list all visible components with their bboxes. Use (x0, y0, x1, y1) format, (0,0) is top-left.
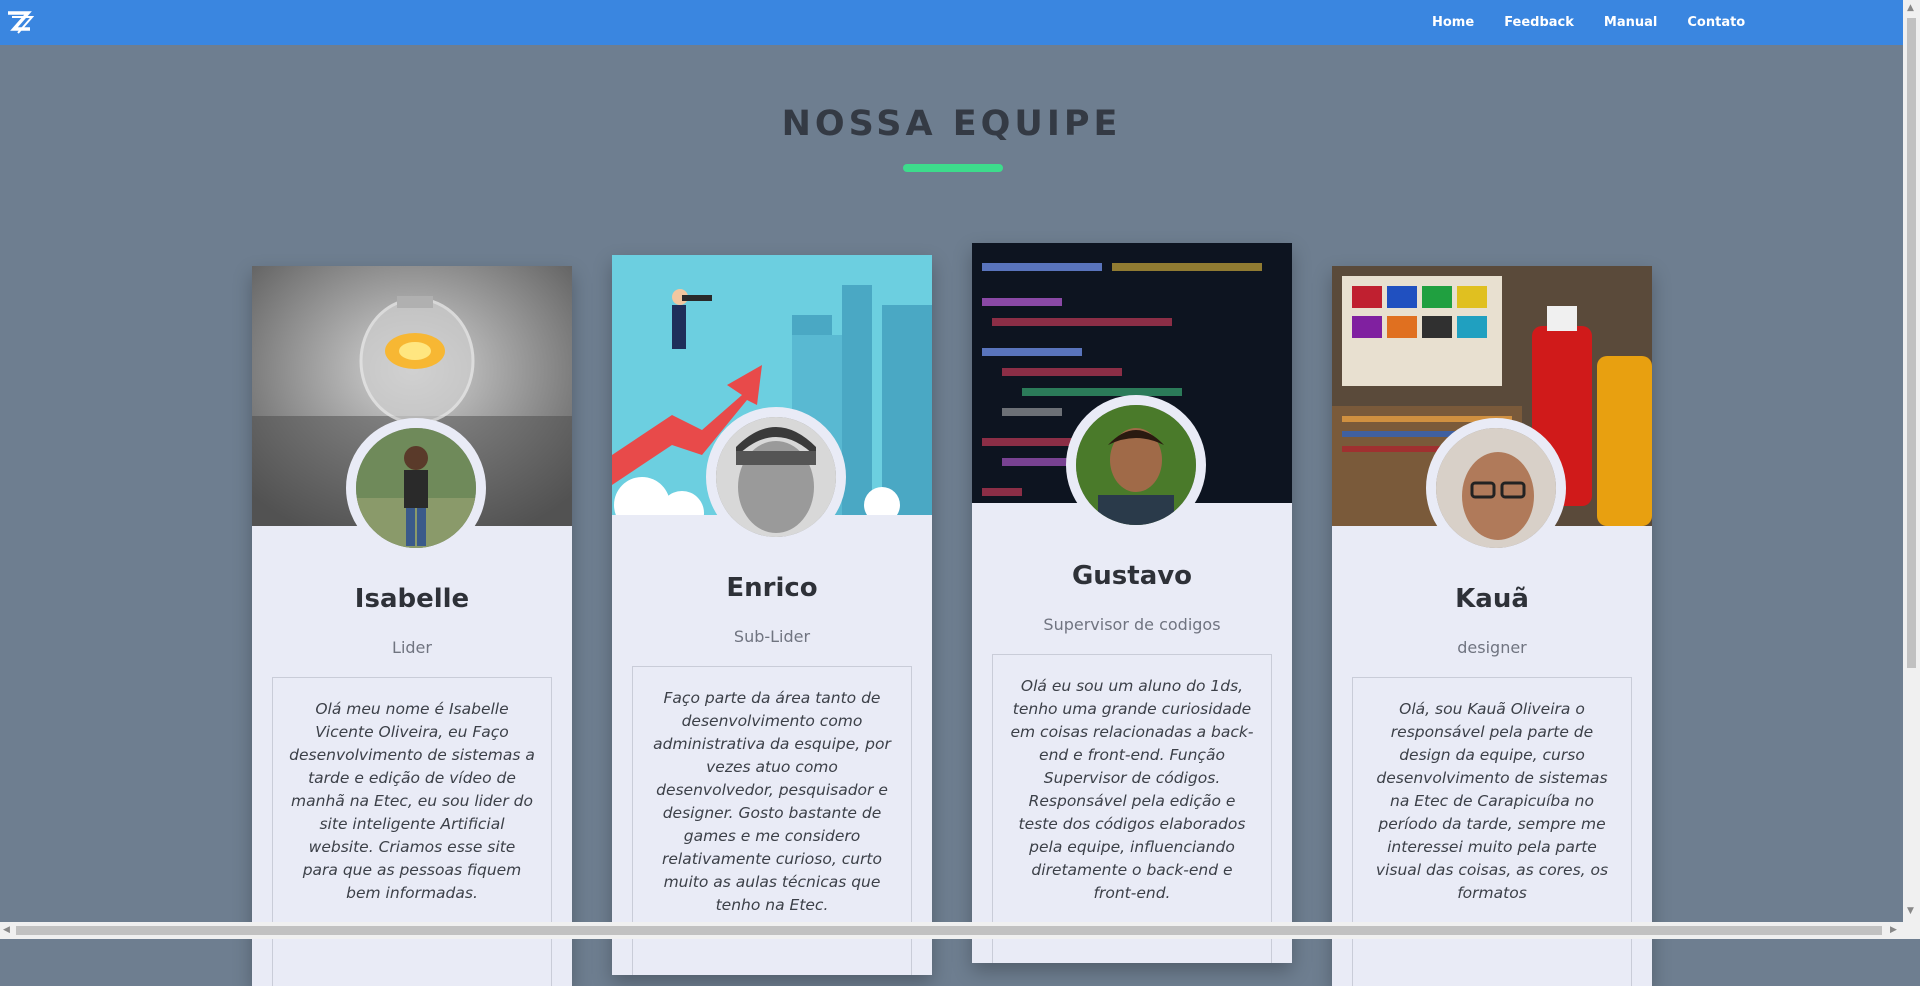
member-bio: Olá eu sou um aluno do 1ds, tenho uma gr… (992, 654, 1272, 963)
scroll-up-arrow-icon[interactable]: ▲ (1907, 3, 1914, 13)
scroll-left-arrow-icon[interactable]: ◀ (3, 925, 10, 935)
section-title: NOSSA EQUIPE (781, 104, 1122, 144)
member-name: Kauã (1455, 584, 1529, 614)
horizontal-scrollbar[interactable]: ◀ ▶ (0, 922, 1920, 939)
member-name: Enrico (726, 573, 818, 603)
member-name: Gustavo (1071, 561, 1193, 591)
vertical-scrollbar[interactable]: ▲ ▼ (1903, 0, 1920, 922)
member-name: Isabelle (354, 584, 470, 614)
nav-link-contato[interactable]: Contato (1687, 15, 1745, 30)
nav-link-manual[interactable]: Manual (1604, 15, 1657, 30)
avatar (706, 407, 846, 547)
team-card-gustavo: Gustavo Supervisor de codigos Olá eu sou… (972, 243, 1292, 963)
avatar (346, 418, 486, 558)
team-card-kaua: Kauã designer Olá, sou Kauã Oliveira o r… (1332, 266, 1652, 986)
team-card-isabelle: Isabelle Lider Olá meu nome é Isabelle V… (252, 266, 572, 986)
scroll-down-arrow-icon[interactable]: ▼ (1907, 906, 1914, 916)
member-role: Lider (392, 638, 432, 657)
member-bio: Olá, sou Kauã Oliveira o responsável pel… (1352, 677, 1632, 986)
title-underline (903, 164, 1003, 172)
member-role: Sub-Lider (733, 627, 811, 646)
logo-icon[interactable] (6, 9, 34, 35)
nav-link-home[interactable]: Home (1432, 15, 1474, 30)
member-role: Supervisor de codigos (1043, 615, 1221, 634)
avatar (1066, 395, 1206, 535)
avatar (1426, 418, 1566, 558)
vertical-scrollbar-thumb[interactable] (1907, 18, 1916, 668)
team-card-enrico: Enrico Sub-Lider Faço parte da área tant… (612, 255, 932, 975)
member-bio: Olá meu nome é Isabelle Vicente Oliveira… (272, 677, 552, 986)
horizontal-scrollbar-thumb[interactable] (16, 926, 1882, 935)
scroll-right-arrow-icon[interactable]: ▶ (1890, 925, 1897, 935)
nav-links: Home Feedback Manual Contato (1432, 0, 1775, 45)
nav-link-feedback[interactable]: Feedback (1504, 15, 1574, 30)
navbar: Home Feedback Manual Contato (0, 0, 1903, 45)
member-role: designer (1457, 638, 1527, 657)
